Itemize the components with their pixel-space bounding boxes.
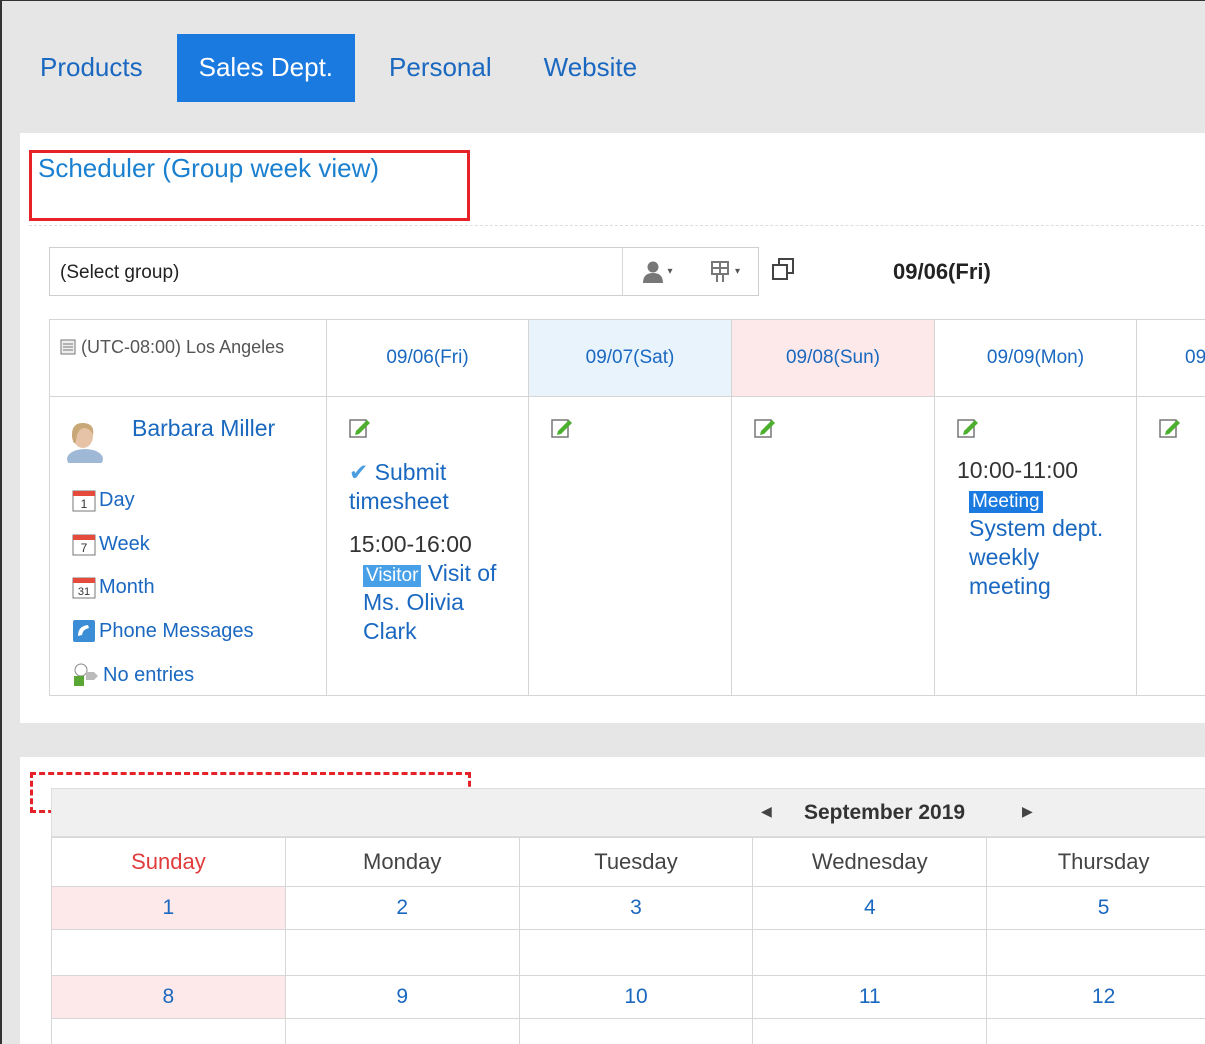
month-title: September 2019 — [804, 801, 966, 824]
prev-month-icon[interactable]: ◀ — [761, 803, 772, 820]
day-content-cell[interactable] — [752, 1018, 988, 1044]
calendar-day-icon: 1 — [72, 490, 96, 512]
current-date: 09/06(Fri) — [893, 259, 991, 284]
day-content-cell[interactable] — [518, 929, 754, 976]
date-cell[interactable]: 12 — [986, 975, 1205, 1019]
calendar-month-icon: 31 — [72, 577, 96, 599]
svg-text:31: 31 — [78, 586, 90, 598]
date-cell[interactable]: 9 — [284, 975, 520, 1019]
day-content-cell[interactable] — [284, 1018, 520, 1044]
weekday-header: Wednesday — [752, 837, 988, 887]
weekday-header: Tuesday — [518, 837, 754, 887]
event-item[interactable]: Visitor Visit of Ms. Olivia Clark — [349, 559, 516, 646]
date-cell[interactable]: 2 — [284, 886, 520, 930]
weekday-header: Sunday — [51, 837, 286, 887]
day-cell-tue — [1136, 396, 1205, 696]
event-tag: Visitor — [363, 565, 422, 587]
user-select-button[interactable]: ▾ — [622, 248, 692, 295]
event-title: System dept. weekly meeting — [969, 515, 1104, 599]
day-header-tue[interactable]: 09 — [1136, 319, 1205, 397]
day-content-cell[interactable] — [518, 1018, 754, 1044]
day-content-cell[interactable] — [51, 1018, 286, 1044]
title-divider — [29, 225, 1205, 226]
month-navigation: ◀ September 2019 ▶ — [51, 788, 1205, 837]
event-time: 15:00-16:00 — [349, 531, 472, 557]
chevron-down-icon: ▾ — [667, 266, 673, 277]
app-frame: Products Sales Dept. Personal Website Sc… — [0, 0, 1205, 1044]
day-content-cell[interactable] — [986, 1018, 1205, 1044]
event-time: 10:00-11:00 — [957, 457, 1079, 483]
week-link-label: Week — [99, 532, 150, 555]
day-view-link[interactable]: 1 Day — [72, 486, 135, 514]
avatar[interactable] — [64, 419, 106, 463]
check-icon: ✔ — [349, 459, 369, 485]
add-schedule-icon[interactable] — [754, 417, 776, 439]
date-cell[interactable]: 8 — [51, 975, 286, 1019]
add-schedule-icon[interactable] — [349, 417, 371, 439]
day-content-cell[interactable] — [51, 929, 286, 976]
tab-sales-dept[interactable]: Sales Dept. — [176, 34, 356, 102]
new-window-icon[interactable] — [771, 257, 795, 281]
day-cell-sun — [731, 396, 935, 696]
phone-icon — [73, 620, 95, 642]
month-calendar-table: Sunday Monday Tuesday Wednesday Thursday… — [51, 837, 1205, 1044]
tab-personal[interactable]: Personal — [371, 34, 510, 102]
next-month-icon[interactable]: ▶ — [1022, 803, 1033, 820]
person-icon — [643, 261, 664, 283]
tab-bar: Products Sales Dept. Personal Website — [22, 34, 671, 102]
weekday-header: Thursday — [986, 837, 1205, 887]
group-select-value: (Select group) — [60, 262, 180, 283]
add-schedule-icon[interactable] — [551, 417, 573, 439]
date-cell[interactable]: 5 — [986, 886, 1205, 930]
date-cell[interactable]: 3 — [518, 886, 754, 930]
tab-website[interactable]: Website — [526, 34, 655, 102]
facility-select-button[interactable]: ▾ — [692, 248, 758, 295]
timezone-icon — [60, 339, 76, 355]
scheduler-panel: Scheduler (Group week view) (Select grou… — [20, 133, 1205, 723]
month-view-link[interactable]: 31 Month — [72, 573, 155, 601]
day-content-cell[interactable] — [986, 929, 1205, 976]
day-cell-mon: 10:00-11:00 Meeting System dept. weekly … — [934, 396, 1137, 696]
day-header-fri[interactable]: 09/06(Fri) — [326, 319, 529, 397]
tab-products[interactable]: Products — [22, 34, 161, 102]
todo-item[interactable]: ✔ Submit timesheet — [349, 458, 516, 516]
date-cell[interactable]: 4 — [752, 886, 988, 930]
day-header-sat[interactable]: 09/07(Sat) — [528, 319, 732, 397]
calendar-week-icon: 7 — [72, 534, 96, 556]
svg-text:7: 7 — [81, 541, 88, 555]
day-content-cell[interactable] — [752, 929, 988, 976]
day-content-cell[interactable] — [284, 929, 520, 976]
entries-link-label: No entries — [103, 663, 195, 686]
date-cell[interactable]: 11 — [752, 975, 988, 1019]
chevron-down-icon: ▾ — [734, 266, 741, 277]
day-cell-sat — [528, 396, 732, 696]
entries-link[interactable]: No entries — [72, 661, 194, 689]
date-cell[interactable]: 1 — [51, 886, 286, 930]
user-cell: Barbara Miller 1 Day 7 Week 31 Month Pho… — [49, 396, 327, 696]
group-week-table: (UTC-08:00) Los Angeles 09/06(Fri) 09/07… — [49, 319, 1205, 696]
svg-text:1: 1 — [81, 497, 88, 511]
timezone-label: (UTC-08:00) Los Angeles — [81, 337, 285, 357]
week-view-link[interactable]: 7 Week — [72, 530, 150, 558]
calendar-panel: ◀ September 2019 ▶ Sunday Monday Tuesday… — [20, 757, 1205, 1044]
phone-link-label: Phone Messages — [99, 619, 254, 642]
month-link-label: Month — [99, 575, 155, 598]
user-name[interactable]: Barbara Miller — [132, 415, 275, 442]
day-header-mon[interactable]: 09/09(Mon) — [934, 319, 1137, 397]
phone-messages-link[interactable]: Phone Messages — [72, 617, 254, 645]
day-header-sun[interactable]: 09/08(Sun) — [731, 319, 935, 397]
group-select[interactable]: (Select group) ▾ ▾ — [49, 247, 759, 296]
scheduler-title[interactable]: Scheduler (Group week view) — [38, 153, 379, 184]
add-schedule-icon[interactable] — [1159, 417, 1181, 439]
add-schedule-icon[interactable] — [957, 417, 979, 439]
day-link-label: Day — [99, 488, 135, 511]
facility-icon — [710, 260, 729, 282]
weekday-header: Monday — [284, 837, 520, 887]
event-tag: Meeting — [969, 491, 1043, 513]
event-item[interactable]: Meeting System dept. weekly meeting — [957, 485, 1124, 601]
timezone-cell: (UTC-08:00) Los Angeles — [49, 319, 327, 397]
date-cell[interactable]: 10 — [518, 975, 754, 1019]
presence-icon — [74, 663, 98, 686]
day-cell-fri: ✔ Submit timesheet 15:00-16:00 Visitor V… — [326, 396, 529, 696]
